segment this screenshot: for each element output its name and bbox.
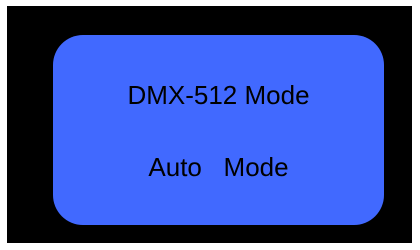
screen-frame: DMX-512 Mode Auto Mode bbox=[0, 0, 420, 250]
mode-panel[interactable]: DMX-512 Mode Auto Mode bbox=[53, 35, 384, 225]
auto-mode-label: Auto Mode bbox=[148, 152, 289, 182]
dmx-512-mode-label: DMX-512 Mode bbox=[127, 80, 310, 110]
display-screen: DMX-512 Mode Auto Mode bbox=[7, 6, 412, 243]
